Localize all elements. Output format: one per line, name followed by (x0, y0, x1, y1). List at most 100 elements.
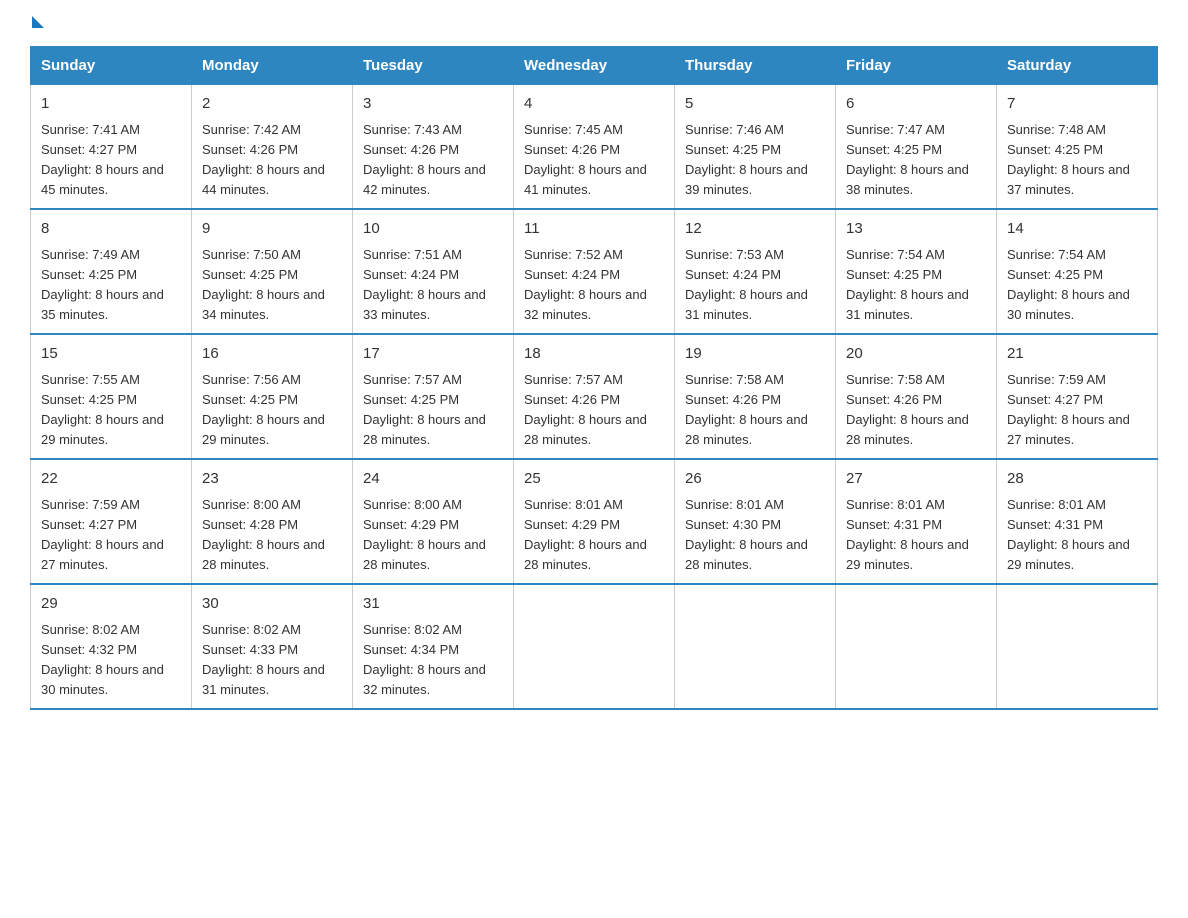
day-number: 3 (363, 93, 503, 116)
calendar-day-cell: 22 Sunrise: 7:59 AM Sunset: 4:27 PM Dayl… (31, 459, 192, 584)
day-number: 5 (685, 93, 825, 116)
calendar-day-cell: 12 Sunrise: 7:53 AM Sunset: 4:24 PM Dayl… (675, 209, 836, 334)
calendar-day-cell (836, 584, 997, 709)
calendar-day-cell (997, 584, 1158, 709)
day-number: 11 (524, 218, 664, 241)
day-info: Sunrise: 7:46 AM Sunset: 4:25 PM Dayligh… (685, 120, 825, 201)
calendar-day-cell: 14 Sunrise: 7:54 AM Sunset: 4:25 PM Dayl… (997, 209, 1158, 334)
day-info: Sunrise: 7:59 AM Sunset: 4:27 PM Dayligh… (1007, 370, 1147, 451)
day-info: Sunrise: 8:02 AM Sunset: 4:33 PM Dayligh… (202, 620, 342, 701)
day-number: 23 (202, 468, 342, 491)
day-info: Sunrise: 8:02 AM Sunset: 4:34 PM Dayligh… (363, 620, 503, 701)
day-of-week-header: Saturday (997, 47, 1158, 85)
calendar-week-row: 8 Sunrise: 7:49 AM Sunset: 4:25 PM Dayli… (31, 209, 1158, 334)
calendar-day-cell: 30 Sunrise: 8:02 AM Sunset: 4:33 PM Dayl… (192, 584, 353, 709)
day-number: 12 (685, 218, 825, 241)
day-of-week-header: Monday (192, 47, 353, 85)
day-number: 18 (524, 343, 664, 366)
calendar-day-cell (514, 584, 675, 709)
day-info: Sunrise: 8:00 AM Sunset: 4:29 PM Dayligh… (363, 495, 503, 576)
day-number: 28 (1007, 468, 1147, 491)
day-number: 24 (363, 468, 503, 491)
calendar-week-row: 22 Sunrise: 7:59 AM Sunset: 4:27 PM Dayl… (31, 459, 1158, 584)
day-info: Sunrise: 8:01 AM Sunset: 4:31 PM Dayligh… (846, 495, 986, 576)
day-number: 7 (1007, 93, 1147, 116)
day-info: Sunrise: 7:52 AM Sunset: 4:24 PM Dayligh… (524, 245, 664, 326)
day-number: 16 (202, 343, 342, 366)
day-number: 25 (524, 468, 664, 491)
calendar-week-row: 1 Sunrise: 7:41 AM Sunset: 4:27 PM Dayli… (31, 85, 1158, 210)
day-info: Sunrise: 8:01 AM Sunset: 4:30 PM Dayligh… (685, 495, 825, 576)
day-number: 10 (363, 218, 503, 241)
day-number: 8 (41, 218, 181, 241)
calendar-day-cell: 9 Sunrise: 7:50 AM Sunset: 4:25 PM Dayli… (192, 209, 353, 334)
day-number: 6 (846, 93, 986, 116)
day-info: Sunrise: 7:43 AM Sunset: 4:26 PM Dayligh… (363, 120, 503, 201)
day-number: 20 (846, 343, 986, 366)
calendar-header-row: SundayMondayTuesdayWednesdayThursdayFrid… (31, 47, 1158, 85)
calendar-day-cell: 13 Sunrise: 7:54 AM Sunset: 4:25 PM Dayl… (836, 209, 997, 334)
day-info: Sunrise: 7:57 AM Sunset: 4:26 PM Dayligh… (524, 370, 664, 451)
calendar-week-row: 15 Sunrise: 7:55 AM Sunset: 4:25 PM Dayl… (31, 334, 1158, 459)
day-info: Sunrise: 7:45 AM Sunset: 4:26 PM Dayligh… (524, 120, 664, 201)
day-info: Sunrise: 7:53 AM Sunset: 4:24 PM Dayligh… (685, 245, 825, 326)
day-info: Sunrise: 7:56 AM Sunset: 4:25 PM Dayligh… (202, 370, 342, 451)
calendar-day-cell: 29 Sunrise: 8:02 AM Sunset: 4:32 PM Dayl… (31, 584, 192, 709)
calendar-day-cell: 10 Sunrise: 7:51 AM Sunset: 4:24 PM Dayl… (353, 209, 514, 334)
day-info: Sunrise: 8:01 AM Sunset: 4:29 PM Dayligh… (524, 495, 664, 576)
calendar-day-cell: 11 Sunrise: 7:52 AM Sunset: 4:24 PM Dayl… (514, 209, 675, 334)
day-info: Sunrise: 7:48 AM Sunset: 4:25 PM Dayligh… (1007, 120, 1147, 201)
day-info: Sunrise: 7:49 AM Sunset: 4:25 PM Dayligh… (41, 245, 181, 326)
calendar-day-cell: 28 Sunrise: 8:01 AM Sunset: 4:31 PM Dayl… (997, 459, 1158, 584)
day-of-week-header: Wednesday (514, 47, 675, 85)
day-info: Sunrise: 7:41 AM Sunset: 4:27 PM Dayligh… (41, 120, 181, 201)
calendar-week-row: 29 Sunrise: 8:02 AM Sunset: 4:32 PM Dayl… (31, 584, 1158, 709)
day-number: 1 (41, 93, 181, 116)
calendar-day-cell: 7 Sunrise: 7:48 AM Sunset: 4:25 PM Dayli… (997, 85, 1158, 210)
day-info: Sunrise: 7:54 AM Sunset: 4:25 PM Dayligh… (846, 245, 986, 326)
day-info: Sunrise: 7:47 AM Sunset: 4:25 PM Dayligh… (846, 120, 986, 201)
day-info: Sunrise: 8:02 AM Sunset: 4:32 PM Dayligh… (41, 620, 181, 701)
logo (30, 20, 44, 26)
calendar-day-cell: 3 Sunrise: 7:43 AM Sunset: 4:26 PM Dayli… (353, 85, 514, 210)
day-number: 31 (363, 593, 503, 616)
calendar-day-cell: 16 Sunrise: 7:56 AM Sunset: 4:25 PM Dayl… (192, 334, 353, 459)
day-number: 14 (1007, 218, 1147, 241)
calendar-day-cell: 24 Sunrise: 8:00 AM Sunset: 4:29 PM Dayl… (353, 459, 514, 584)
calendar-day-cell: 20 Sunrise: 7:58 AM Sunset: 4:26 PM Dayl… (836, 334, 997, 459)
day-info: Sunrise: 7:42 AM Sunset: 4:26 PM Dayligh… (202, 120, 342, 201)
calendar-day-cell (675, 584, 836, 709)
day-info: Sunrise: 8:00 AM Sunset: 4:28 PM Dayligh… (202, 495, 342, 576)
calendar-day-cell: 21 Sunrise: 7:59 AM Sunset: 4:27 PM Dayl… (997, 334, 1158, 459)
day-number: 15 (41, 343, 181, 366)
calendar-day-cell: 17 Sunrise: 7:57 AM Sunset: 4:25 PM Dayl… (353, 334, 514, 459)
calendar-day-cell: 2 Sunrise: 7:42 AM Sunset: 4:26 PM Dayli… (192, 85, 353, 210)
day-of-week-header: Friday (836, 47, 997, 85)
day-info: Sunrise: 7:58 AM Sunset: 4:26 PM Dayligh… (685, 370, 825, 451)
page-header (30, 20, 1158, 26)
day-number: 19 (685, 343, 825, 366)
day-info: Sunrise: 7:54 AM Sunset: 4:25 PM Dayligh… (1007, 245, 1147, 326)
day-info: Sunrise: 8:01 AM Sunset: 4:31 PM Dayligh… (1007, 495, 1147, 576)
calendar-day-cell: 27 Sunrise: 8:01 AM Sunset: 4:31 PM Dayl… (836, 459, 997, 584)
day-info: Sunrise: 7:59 AM Sunset: 4:27 PM Dayligh… (41, 495, 181, 576)
day-of-week-header: Sunday (31, 47, 192, 85)
calendar-day-cell: 19 Sunrise: 7:58 AM Sunset: 4:26 PM Dayl… (675, 334, 836, 459)
calendar-day-cell: 31 Sunrise: 8:02 AM Sunset: 4:34 PM Dayl… (353, 584, 514, 709)
calendar-day-cell: 23 Sunrise: 8:00 AM Sunset: 4:28 PM Dayl… (192, 459, 353, 584)
calendar-day-cell: 15 Sunrise: 7:55 AM Sunset: 4:25 PM Dayl… (31, 334, 192, 459)
day-number: 4 (524, 93, 664, 116)
calendar-day-cell: 26 Sunrise: 8:01 AM Sunset: 4:30 PM Dayl… (675, 459, 836, 584)
day-number: 30 (202, 593, 342, 616)
calendar-day-cell: 5 Sunrise: 7:46 AM Sunset: 4:25 PM Dayli… (675, 85, 836, 210)
day-of-week-header: Tuesday (353, 47, 514, 85)
day-number: 27 (846, 468, 986, 491)
day-number: 17 (363, 343, 503, 366)
day-info: Sunrise: 7:50 AM Sunset: 4:25 PM Dayligh… (202, 245, 342, 326)
day-number: 22 (41, 468, 181, 491)
calendar-day-cell: 1 Sunrise: 7:41 AM Sunset: 4:27 PM Dayli… (31, 85, 192, 210)
calendar-day-cell: 4 Sunrise: 7:45 AM Sunset: 4:26 PM Dayli… (514, 85, 675, 210)
day-of-week-header: Thursday (675, 47, 836, 85)
calendar-table: SundayMondayTuesdayWednesdayThursdayFrid… (30, 46, 1158, 710)
day-info: Sunrise: 7:57 AM Sunset: 4:25 PM Dayligh… (363, 370, 503, 451)
